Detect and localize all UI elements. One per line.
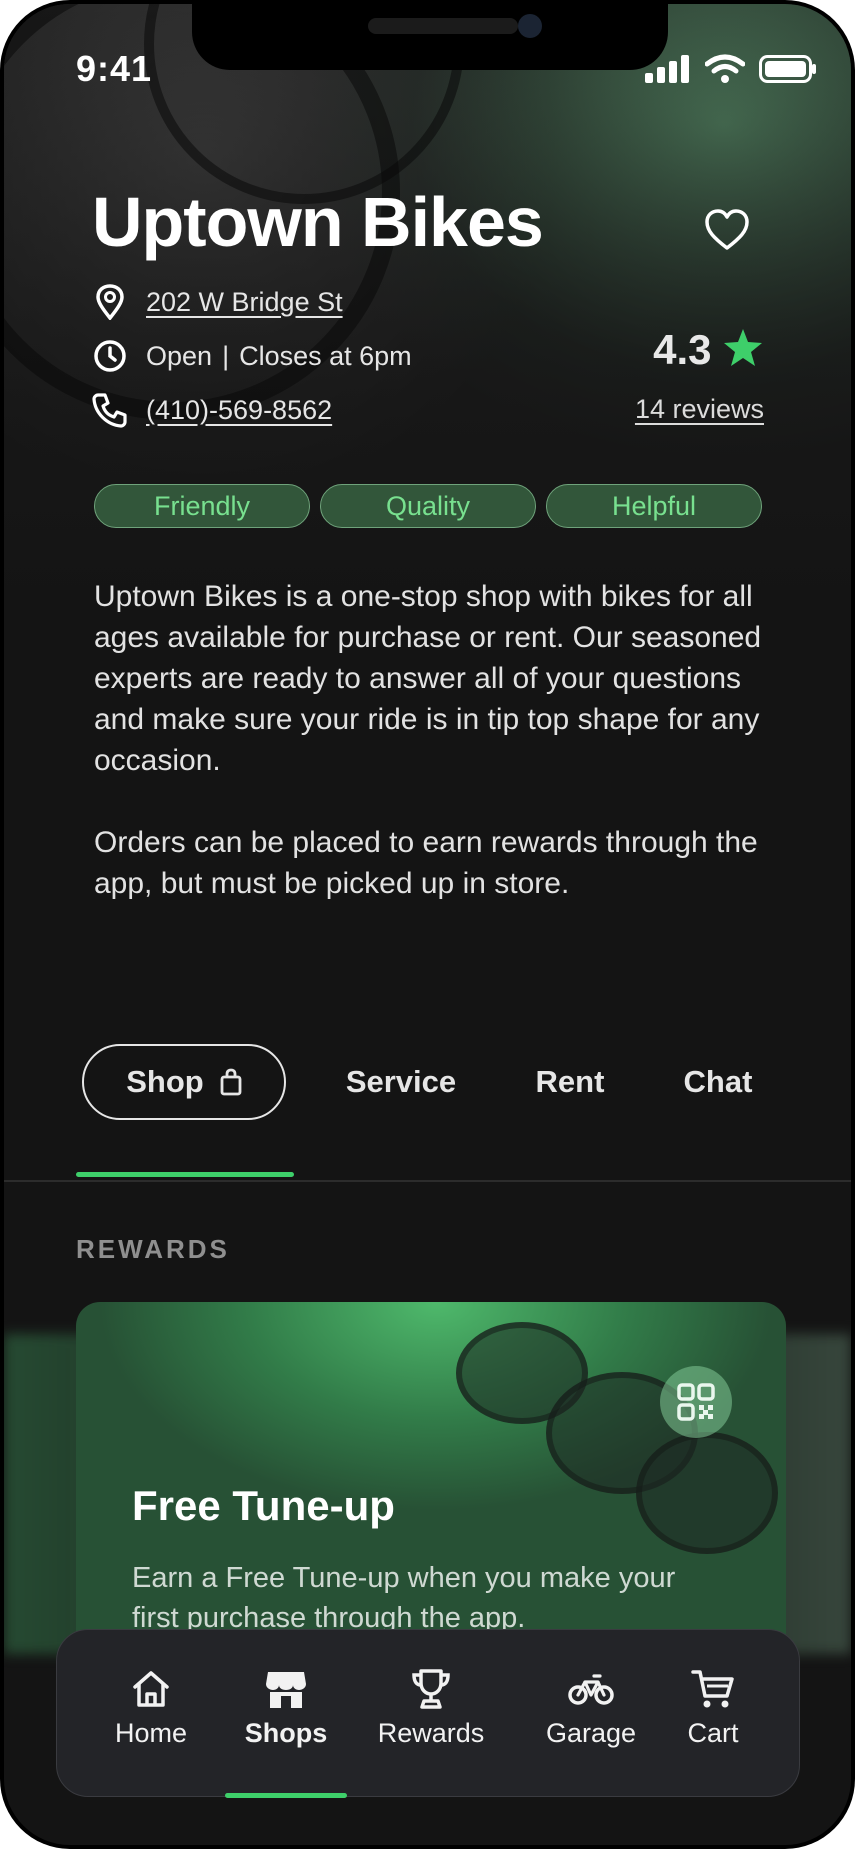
tab-service[interactable]: Service	[326, 1044, 476, 1120]
home-icon	[130, 1666, 172, 1712]
tab-chat[interactable]: Chat	[668, 1044, 768, 1120]
description-paragraph-2: Orders can be placed to earn rewards thr…	[94, 826, 758, 900]
tag-quality: Quality	[320, 484, 536, 528]
front-camera	[518, 14, 542, 38]
favorite-button[interactable]	[704, 208, 750, 252]
active-tab-indicator	[76, 1172, 294, 1177]
star-icon	[722, 328, 764, 373]
rating-value: 4.3	[653, 326, 712, 373]
qr-code-icon	[677, 1383, 715, 1421]
status-time: 9:41	[76, 48, 153, 89]
nav-rewards[interactable]: Rewards	[371, 1666, 491, 1749]
phone-frame: 9:41 Uptown Bikes 202 W Bridge St Open |…	[0, 0, 855, 1849]
status-icons	[645, 54, 817, 84]
nav-garage[interactable]: Garage	[541, 1666, 641, 1749]
wifi-icon	[705, 54, 745, 83]
cart-icon	[691, 1666, 735, 1712]
location-pin-icon	[92, 284, 128, 320]
reward-title: Free Tune-up	[132, 1482, 395, 1529]
phone-link[interactable]: (410)-569-8562	[146, 395, 332, 426]
qr-code-button[interactable]	[660, 1366, 732, 1438]
nav-shops-label: Shops	[244, 1718, 328, 1748]
nav-cart-label: Cart	[687, 1718, 739, 1748]
tab-shop[interactable]: Shop	[82, 1044, 286, 1120]
heart-icon	[705, 209, 749, 250]
nav-home[interactable]: Home	[101, 1666, 201, 1749]
shopping-bag-icon	[220, 1068, 242, 1096]
screen: 9:41 Uptown Bikes 202 W Bridge St Open |…	[4, 4, 851, 1845]
tag-helpful: Helpful	[546, 484, 762, 528]
hours-row: Open | Closes at 6pm	[92, 338, 412, 374]
tag-list: Friendly Quality Helpful	[94, 484, 762, 528]
address-link[interactable]: 202 W Bridge St	[146, 287, 343, 318]
notch	[192, 4, 668, 70]
phone-icon	[92, 392, 128, 428]
hours-separator: |	[222, 340, 230, 371]
tab-divider	[4, 1180, 851, 1182]
rewards-section-label: REWARDS	[76, 1234, 230, 1264]
nav-home-label: Home	[114, 1718, 188, 1748]
nav-shops[interactable]: Shops	[231, 1666, 341, 1749]
bicycle-icon	[568, 1666, 614, 1712]
trophy-icon	[409, 1666, 453, 1712]
tab-rent[interactable]: Rent	[522, 1044, 618, 1120]
reviews-link[interactable]: 14 reviews	[634, 394, 764, 425]
shop-title: Uptown Bikes	[92, 183, 544, 261]
hours-close: Closes at 6pm	[239, 340, 412, 371]
tag-friendly: Friendly	[94, 484, 310, 528]
battery-icon	[759, 55, 816, 83]
speaker	[368, 18, 518, 34]
storefront-icon	[264, 1666, 308, 1712]
bottom-tab-bar: Home Shops Rewards Garage Cart	[56, 1629, 800, 1798]
nav-rewards-label: Rewards	[377, 1718, 485, 1748]
reward-description: Earn a Free Tune-up when you make your f…	[132, 1562, 676, 1634]
hours-status: Open	[146, 340, 213, 371]
description-paragraph-1: Uptown Bikes is a one-stop shop with bik…	[94, 580, 762, 777]
nav-garage-label: Garage	[545, 1718, 637, 1748]
address-row: 202 W Bridge St	[92, 284, 343, 320]
tab-shop-label: Shop	[126, 1064, 204, 1099]
active-nav-indicator	[225, 1793, 347, 1798]
shop-tabs: Shop Service Rent Chat	[4, 1044, 851, 1180]
phone-row: (410)-569-8562	[92, 392, 332, 428]
rating: 4.3	[634, 326, 764, 374]
nav-cart[interactable]: Cart	[673, 1666, 753, 1749]
clock-icon	[92, 338, 128, 374]
